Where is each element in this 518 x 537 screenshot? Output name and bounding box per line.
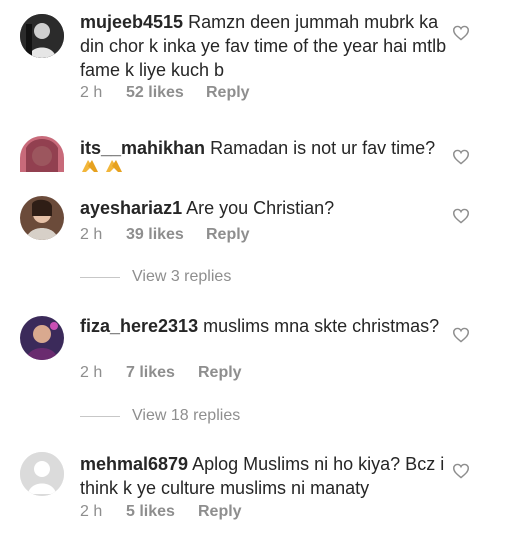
praying-hands-emoji (82, 160, 98, 172)
avatar[interactable] (20, 136, 64, 172)
emoji-row (80, 160, 124, 172)
reply-button[interactable]: Reply (206, 84, 250, 102)
heart-outline-icon[interactable] (452, 327, 470, 343)
likes-count[interactable]: 5 likes (126, 503, 198, 521)
avatar[interactable] (20, 14, 64, 58)
likes-count[interactable]: 39 likes (126, 226, 206, 244)
reply-button[interactable]: Reply (206, 226, 250, 244)
heart-outline-icon[interactable] (452, 25, 470, 41)
avatar[interactable] (20, 196, 64, 240)
comment-meta: 2 h 5 likes Reply (80, 503, 242, 521)
profile-photo-icon (20, 196, 64, 240)
username[interactable]: mujeeb4515 (80, 12, 183, 32)
profile-photo-icon (20, 136, 64, 172)
comment-meta: 2 h 39 likes Reply (80, 226, 250, 244)
timestamp: 2 h (80, 503, 103, 520)
timestamp: 2 h (80, 364, 103, 381)
comment-meta: 2 h 7 likes Reply (80, 364, 242, 382)
comment-text: ayeshariaz1 Are you Christian? (80, 196, 450, 220)
praying-hands-emoji (106, 160, 122, 172)
view-replies-label: View 18 replies (132, 407, 241, 424)
timestamp: 2 h (80, 226, 103, 243)
comment-body: muslims mna skte christmas? (203, 316, 440, 336)
likes-count[interactable]: 7 likes (126, 364, 198, 382)
timestamp: 2 h (80, 84, 103, 101)
comment-meta: 2 h 52 likes Reply (80, 84, 250, 102)
reply-button[interactable]: Reply (198, 364, 242, 382)
likes-count[interactable]: 52 likes (126, 84, 206, 102)
username[interactable]: fiza_here2313 (80, 316, 198, 336)
username[interactable]: its__mahikhan (80, 138, 205, 158)
username[interactable]: ayeshariaz1 (80, 198, 182, 218)
heart-outline-icon[interactable] (452, 149, 470, 165)
avatar-placeholder-icon[interactable] (20, 452, 64, 496)
avatar-placeholder-icon (20, 452, 64, 496)
comment-text: mehmal6879 Aplog Muslims ni ho kiya? Bcz… (80, 452, 450, 500)
view-replies-button[interactable]: View 18 replies (80, 407, 240, 425)
username[interactable]: mehmal6879 (80, 454, 188, 474)
comment-body: Are you Christian? (186, 198, 335, 218)
comment-text: its__mahikhan Ramadan is not ur fav time… (80, 136, 450, 160)
profile-photo-icon (20, 316, 64, 360)
heart-outline-icon[interactable] (452, 463, 470, 479)
comment-text: mujeeb4515 Ramzn deen jummah mubrk ka di… (80, 10, 450, 82)
comment-body: Ramadan is not ur fav time? (210, 138, 436, 158)
reply-button[interactable]: Reply (198, 503, 242, 521)
divider-line (80, 276, 120, 278)
comment-text: fiza_here2313 muslims mna skte christmas… (80, 314, 450, 338)
view-replies-label: View 3 replies (132, 268, 232, 285)
divider-line (80, 415, 120, 417)
heart-outline-icon[interactable] (452, 208, 470, 224)
view-replies-button[interactable]: View 3 replies (80, 268, 231, 286)
avatar[interactable] (20, 316, 64, 360)
profile-photo-icon (20, 14, 64, 58)
